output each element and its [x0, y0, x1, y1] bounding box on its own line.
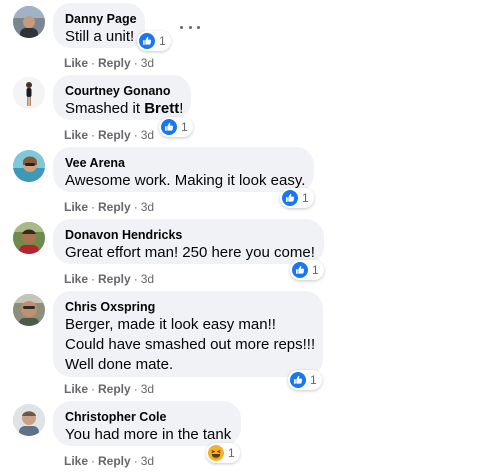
reaction-badge[interactable]: 1 [288, 370, 322, 390]
comment-actions: Like · Reply · 3d [64, 55, 154, 71]
comment-text-part: ! [179, 100, 184, 117]
comment-text-line: Well done mate. [65, 356, 174, 373]
comment-text-line: Could have smashed out more reps!!! [65, 336, 316, 353]
comment-text: Smashed it Brett! [65, 99, 183, 119]
like-icon [290, 372, 306, 388]
timestamp[interactable]: 3d [141, 272, 154, 286]
comment-text: You had more in the tank [65, 426, 232, 443]
comment-actions: Like · Reply · 3d [64, 199, 154, 215]
like-icon [139, 33, 155, 49]
reply-button[interactable]: Reply [98, 56, 131, 70]
comment-author[interactable]: Courtney Gonano [65, 83, 179, 99]
reaction-badge[interactable]: 1 [159, 117, 193, 137]
haha-icon [208, 445, 224, 461]
like-button[interactable]: Like [64, 382, 88, 396]
like-button[interactable]: Like [64, 272, 88, 286]
timestamp[interactable]: 3d [141, 56, 154, 70]
reply-button[interactable]: Reply [98, 128, 131, 142]
comment-author[interactable]: Donavon Hendricks [65, 227, 312, 243]
reply-button[interactable]: Reply [98, 382, 131, 396]
comment-bubble: Donavon Hendricks Great effort man! 250 … [53, 219, 324, 264]
comment-bubble: Courtney Gonano Smashed it Brett! [53, 75, 191, 120]
like-icon [161, 119, 177, 135]
avatar[interactable] [13, 6, 45, 38]
comment-author[interactable]: Christopher Cole [65, 409, 229, 425]
comment-text: Still a unit! [65, 28, 135, 45]
separator: · [91, 128, 96, 142]
separator: · [91, 382, 96, 396]
avatar[interactable] [13, 222, 45, 254]
timestamp[interactable]: 3d [141, 454, 154, 468]
reaction-badge[interactable]: 1 [206, 443, 240, 463]
like-button[interactable]: Like [64, 56, 88, 70]
comment-actions: Like · Reply · 3d [64, 381, 154, 397]
separator: · [133, 272, 138, 286]
separator: · [91, 200, 96, 214]
like-button[interactable]: Like [64, 128, 88, 142]
avatar[interactable] [13, 404, 45, 436]
like-button[interactable]: Like [64, 454, 88, 468]
reaction-count: 1 [310, 373, 317, 387]
timestamp[interactable]: 3d [141, 200, 154, 214]
separator: · [133, 382, 138, 396]
comment-text-line: Berger, made it look easy man!! [65, 316, 276, 333]
separator: · [91, 454, 96, 468]
reaction-count: 1 [302, 191, 309, 205]
comment-actions: Like · Reply · 3d [64, 453, 154, 469]
comment-text: Awesome work. Making it look easy. [65, 172, 306, 189]
comment-author[interactable]: Danny Page [65, 11, 137, 27]
comment-bubble: Chris Oxspring Berger, made it look easy… [53, 291, 323, 377]
comment-author[interactable]: Chris Oxspring [65, 299, 311, 315]
timestamp[interactable]: 3d [141, 128, 154, 142]
avatar[interactable] [13, 294, 45, 326]
comment-actions: Like · Reply · 3d [64, 127, 154, 143]
separator: · [133, 56, 138, 70]
avatar[interactable] [13, 150, 45, 182]
comment-bubble: Vee Arena Awesome work. Making it look e… [53, 147, 314, 192]
comment-text-part: Smashed it [65, 100, 145, 117]
reaction-badge[interactable]: 1 [137, 31, 171, 51]
separator: · [91, 272, 96, 286]
reaction-badge[interactable]: 1 [280, 188, 314, 208]
reaction-count: 1 [159, 34, 166, 48]
comment-author[interactable]: Vee Arena [65, 155, 302, 171]
reply-button[interactable]: Reply [98, 272, 131, 286]
reaction-count: 1 [312, 263, 319, 277]
reaction-count: 1 [228, 446, 235, 460]
reaction-badge[interactable]: 1 [290, 260, 324, 280]
comment-text: Great effort man! 250 here you come! [65, 244, 315, 261]
separator: · [133, 454, 138, 468]
comment-bubble: Danny Page Still a unit! [53, 3, 145, 48]
mention-link[interactable]: Brett [144, 100, 179, 117]
reaction-count: 1 [181, 120, 188, 134]
reply-button[interactable]: Reply [98, 200, 131, 214]
reply-button[interactable]: Reply [98, 454, 131, 468]
comment-actions: Like · Reply · 3d [64, 271, 154, 287]
separator: · [133, 128, 138, 142]
separator: · [133, 200, 138, 214]
more-options-icon[interactable] [180, 22, 200, 32]
separator: · [91, 56, 96, 70]
like-button[interactable]: Like [64, 200, 88, 214]
like-icon [282, 190, 298, 206]
timestamp[interactable]: 3d [141, 382, 154, 396]
comment-bubble: Christopher Cole You had more in the tan… [53, 401, 241, 446]
avatar[interactable] [13, 77, 45, 109]
like-icon [292, 262, 308, 278]
